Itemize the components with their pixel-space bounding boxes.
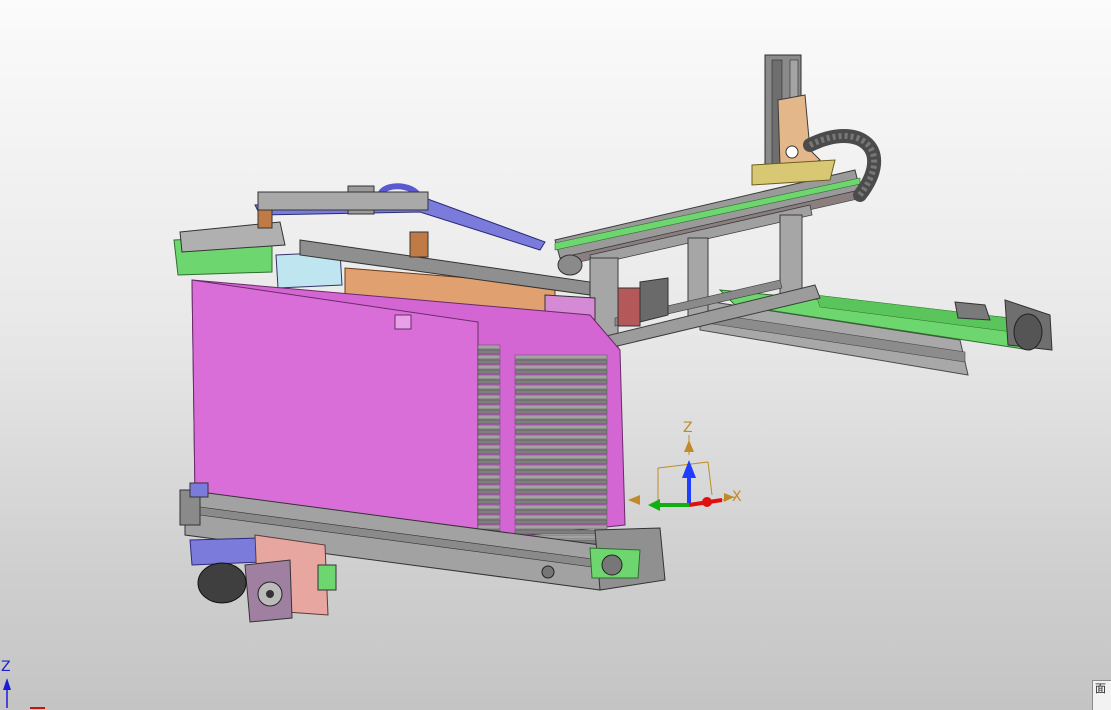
tray-slat: [477, 419, 501, 425]
triad-z-label: Z: [683, 420, 693, 436]
tray-slat: [477, 469, 501, 475]
tray-slat: [477, 399, 501, 405]
tray-slat: [477, 434, 501, 440]
tray-slat: [477, 374, 501, 380]
tray-slat: [514, 444, 608, 450]
tray-slat: [477, 349, 501, 355]
tray-slat: [514, 379, 608, 385]
tray-slat: [477, 429, 501, 435]
tray-slat: [514, 364, 608, 370]
tray-slat: [514, 499, 608, 505]
tray-slat: [477, 394, 501, 400]
tray-slat: [477, 479, 501, 485]
tray-slat: [477, 504, 501, 510]
tray-slat: [477, 464, 501, 470]
corner-view-panel[interactable]: 面: [1092, 680, 1111, 710]
tray-slat: [514, 504, 608, 510]
coordinate-triad: Z X: [628, 420, 742, 511]
tray-slat: [514, 399, 608, 405]
tray-slat: [514, 369, 608, 375]
tray-slat: [477, 489, 501, 495]
tray-slat: [477, 414, 501, 420]
tray-slat: [514, 404, 608, 410]
tray-slat: [477, 449, 501, 455]
tray-slat: [477, 364, 501, 370]
tray-slat: [477, 404, 501, 410]
cad-3d-viewport[interactable]: Z X: [0, 0, 1111, 710]
tray-slat: [514, 524, 608, 530]
tray-slat: [514, 384, 608, 390]
tray-slat: [514, 509, 608, 515]
tray-slat: [514, 374, 608, 380]
tray-slat: [477, 444, 501, 450]
tray-slat: [514, 484, 608, 490]
tray-slat: [514, 519, 608, 525]
tray-slat: [477, 384, 501, 390]
tray-slat: [514, 494, 608, 500]
corner-triad-z-label: Z: [1, 659, 11, 675]
tray-slat: [477, 514, 501, 520]
tray-slat: [514, 409, 608, 415]
tray-slat: [514, 389, 608, 395]
tray-slat: [514, 449, 608, 455]
tray-slat: [477, 474, 501, 480]
tray-slat: [514, 394, 608, 400]
tray-slat: [477, 379, 501, 385]
tray-slat: [477, 409, 501, 415]
tray-slat: [514, 529, 608, 535]
tray-slat: [514, 354, 608, 360]
tray-slat: [514, 439, 608, 445]
tray-slat: [477, 424, 501, 430]
triad-x-label: X: [732, 489, 742, 505]
tray-slat: [477, 454, 501, 460]
tray-slat: [477, 499, 501, 505]
tray-slat: [477, 524, 501, 530]
tray-slat: [477, 369, 501, 375]
tray-slat: [477, 484, 501, 490]
tray-slat: [514, 429, 608, 435]
corner-view-triad: [3, 678, 45, 709]
tray-slat: [477, 439, 501, 445]
tray-slat: [514, 419, 608, 425]
tray-slat: [477, 344, 501, 350]
tray-slat: [514, 454, 608, 460]
tray-slat: [514, 424, 608, 430]
tray-slat: [514, 474, 608, 480]
tray-slat: [514, 489, 608, 495]
tray-slat: [477, 459, 501, 465]
tray-slat: [477, 494, 501, 500]
corner-panel-label: 面: [1095, 682, 1106, 695]
tray-slat: [514, 464, 608, 470]
tray-slat: [514, 414, 608, 420]
tray-slat: [477, 389, 501, 395]
tray-slat: [477, 359, 501, 365]
tray-slat: [477, 354, 501, 360]
tray-slat: [514, 514, 608, 520]
tray-slat: [514, 469, 608, 475]
tray-slat: [477, 519, 501, 525]
tray-slat: [514, 459, 608, 465]
tray-slat: [477, 509, 501, 515]
tray-slat: [514, 479, 608, 485]
tray-slat: [514, 434, 608, 440]
bottom-motor-unit[interactable]: [189, 534, 337, 623]
tray-slat: [514, 359, 608, 365]
